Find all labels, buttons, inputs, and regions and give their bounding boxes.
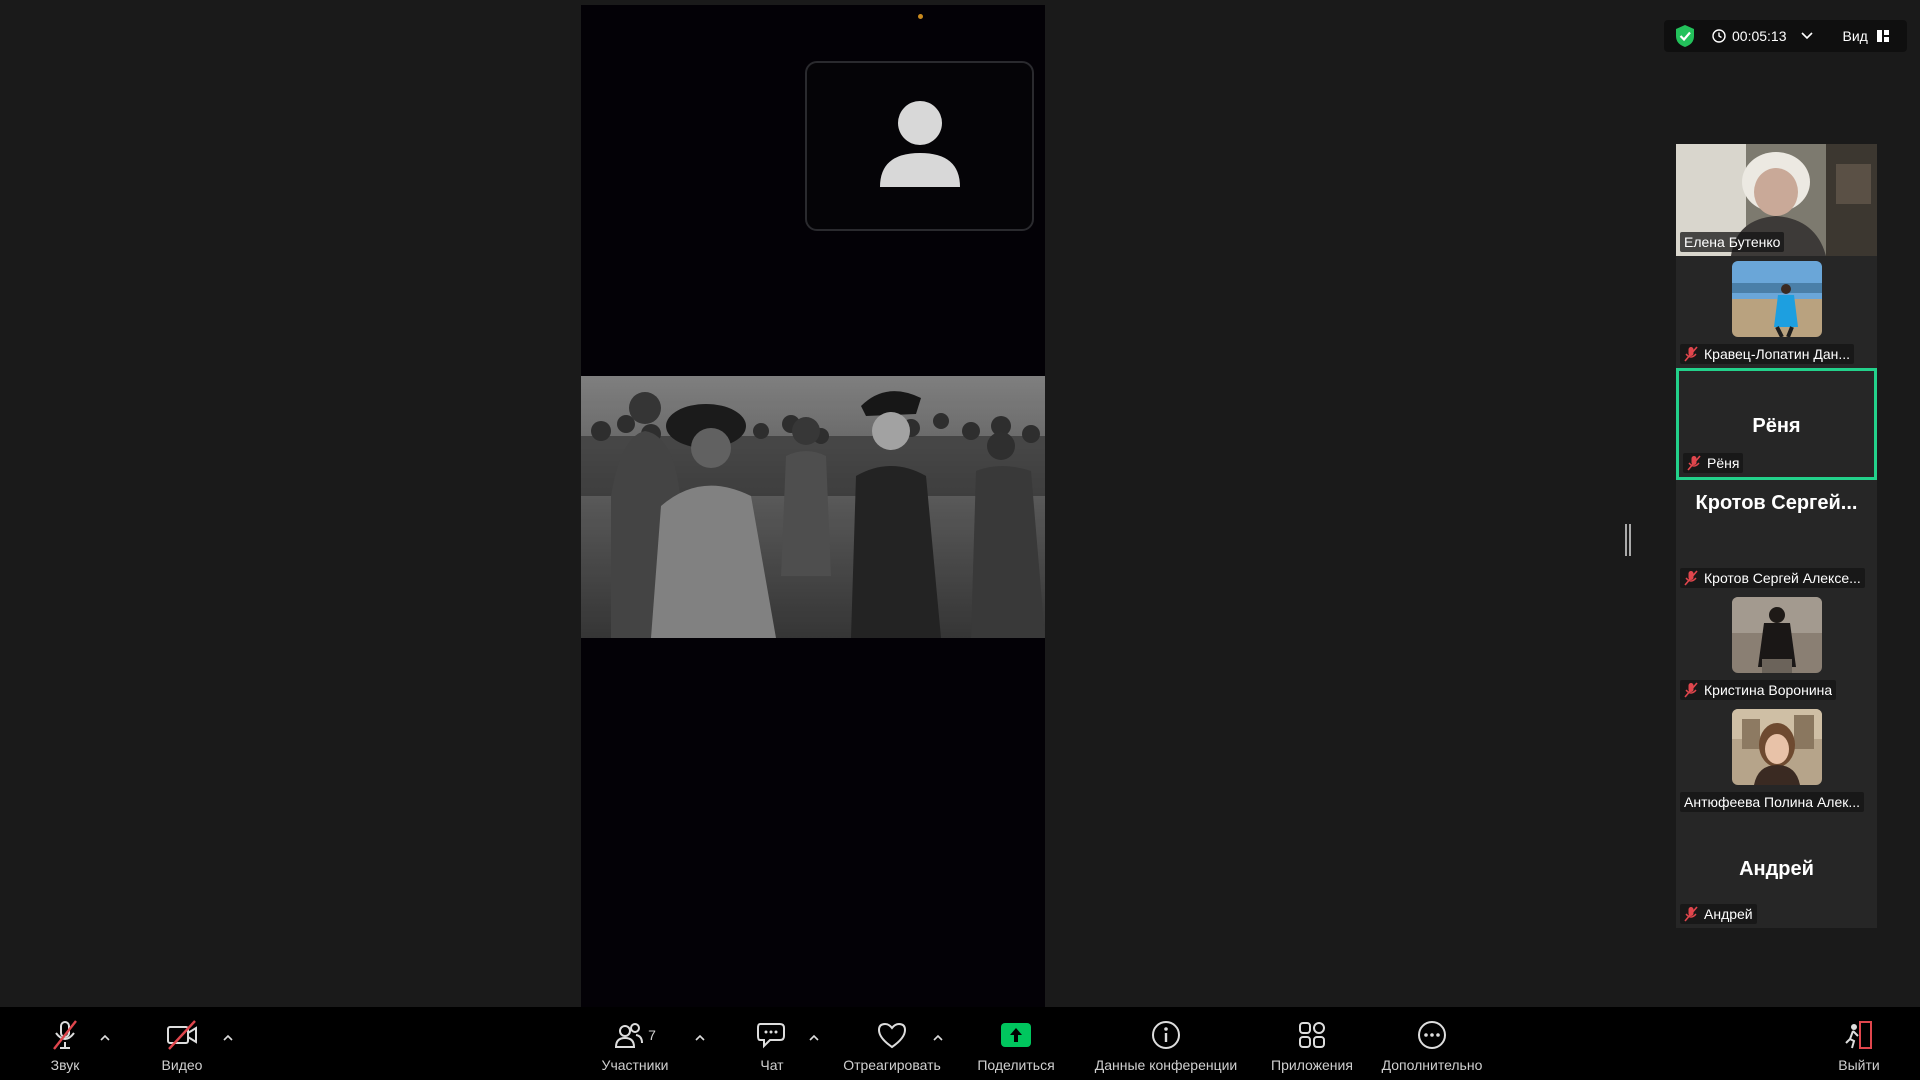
view-label: Вид bbox=[1842, 28, 1868, 44]
apps-button[interactable]: Приложения bbox=[1264, 1007, 1360, 1080]
participant-name: Кристина Воронина bbox=[1704, 682, 1833, 698]
participant-tile[interactable]: Антюфеева Полина Алек... bbox=[1676, 704, 1877, 816]
meeting-info-label: Данные конференции bbox=[1094, 1057, 1238, 1073]
camera-indicator bbox=[918, 14, 923, 19]
panel-resize-handle[interactable] bbox=[1625, 524, 1631, 556]
meeting-stage: 00:05:13 Вид Елена Бутенко Кравец-Лопати… bbox=[0, 0, 1920, 1007]
participant-name-label: Кравец-Лопатин Дан... bbox=[1680, 344, 1855, 364]
participant-tile[interactable]: Елена Бутенко bbox=[1676, 144, 1877, 256]
chat-button[interactable]: Чат bbox=[754, 1007, 790, 1080]
participant-tile[interactable]: Кротов Сергей... Кротов Сергей Алексе... bbox=[1676, 480, 1877, 592]
participant-name: Кравец-Лопатин Дан... bbox=[1704, 346, 1851, 362]
shared-screen bbox=[581, 5, 1045, 1007]
person-avatar-icon bbox=[880, 101, 960, 187]
participants-gallery: Елена Бутенко Кравец-Лопатин Дан... Рёня… bbox=[1676, 144, 1877, 928]
react-button[interactable]: Отреагировать bbox=[838, 1007, 946, 1080]
mic-muted-icon bbox=[1687, 455, 1701, 471]
video-button[interactable]: Видео bbox=[155, 1007, 209, 1080]
chat-icon bbox=[757, 1023, 785, 1049]
audio-button[interactable]: Звук bbox=[40, 1007, 90, 1080]
participants-label: Участники bbox=[601, 1057, 669, 1073]
clock-icon bbox=[1712, 29, 1726, 43]
chat-options-caret-icon[interactable] bbox=[808, 1033, 820, 1043]
participant-avatar bbox=[1732, 709, 1822, 785]
participants-icon bbox=[615, 1023, 644, 1048]
participant-name-label: Елена Бутенко bbox=[1680, 232, 1785, 252]
participant-name: Рёня bbox=[1707, 455, 1740, 471]
mic-muted-icon bbox=[1684, 570, 1698, 586]
video-label: Видео bbox=[161, 1057, 203, 1073]
meeting-timer[interactable]: 00:05:13 bbox=[1712, 28, 1813, 44]
heart-icon bbox=[877, 1022, 907, 1049]
participant-name-label: Рёня bbox=[1683, 453, 1744, 473]
participant-name-label: Кротов Сергей Алексе... bbox=[1680, 568, 1865, 588]
video-options-caret-icon[interactable] bbox=[222, 1033, 234, 1043]
participants-options-caret-icon[interactable] bbox=[694, 1033, 706, 1043]
participant-tile[interactable]: Кристина Воронина bbox=[1676, 592, 1877, 704]
participant-name: Кротов Сергей Алексе... bbox=[1704, 570, 1861, 586]
timer-text: 00:05:13 bbox=[1732, 28, 1787, 44]
chat-label: Чат bbox=[760, 1057, 784, 1073]
audio-label: Звук bbox=[50, 1057, 80, 1073]
shield-check-icon[interactable] bbox=[1674, 24, 1696, 48]
mic-muted-icon bbox=[1684, 346, 1698, 362]
info-icon bbox=[1152, 1021, 1180, 1049]
more-button[interactable]: Дополнительно bbox=[1376, 1007, 1488, 1080]
participant-tile[interactable]: Рёня Рёня bbox=[1676, 368, 1877, 480]
apps-icon bbox=[1299, 1022, 1325, 1048]
participant-name-label: Кристина Воронина bbox=[1680, 680, 1837, 700]
participants-count: 7 bbox=[648, 1027, 656, 1043]
mic-muted-icon bbox=[1684, 906, 1698, 922]
participant-name: Андрей bbox=[1704, 906, 1753, 922]
share-button[interactable]: Поделиться bbox=[972, 1007, 1060, 1080]
participant-display-name: Андрей bbox=[1739, 858, 1814, 880]
participant-name: Елена Бутенко bbox=[1684, 234, 1781, 250]
meeting-info-button[interactable]: Данные конференции bbox=[1086, 1007, 1246, 1080]
share-label: Поделиться bbox=[977, 1057, 1055, 1073]
participants-button[interactable]: 7 Участники bbox=[594, 1007, 676, 1080]
participant-avatar bbox=[1732, 261, 1822, 337]
camera-off-icon bbox=[167, 1020, 197, 1050]
more-label: Дополнительно bbox=[1381, 1057, 1483, 1073]
phone-video-tile bbox=[805, 61, 1034, 231]
react-options-caret-icon[interactable] bbox=[932, 1033, 944, 1043]
participant-display-name: Кротов Сергей... bbox=[1695, 492, 1858, 514]
meeting-top-bar: 00:05:13 Вид bbox=[1664, 20, 1907, 52]
grid-view-icon bbox=[1876, 30, 1889, 42]
participant-avatar bbox=[1732, 597, 1822, 673]
participant-display-name: Рёня bbox=[1752, 415, 1801, 437]
react-label: Отреагировать bbox=[843, 1057, 941, 1073]
leave-button[interactable]: Выйти bbox=[1834, 1007, 1884, 1080]
participant-name: Антюфеева Полина Алек... bbox=[1684, 794, 1861, 810]
view-button[interactable]: Вид bbox=[1843, 28, 1890, 44]
participant-name-label: Андрей bbox=[1680, 904, 1757, 924]
shared-video-frame bbox=[581, 376, 1045, 638]
audio-options-caret-icon[interactable] bbox=[99, 1033, 111, 1043]
meeting-toolbar: Звук Видео 7 Участники Чат Отреагировать… bbox=[0, 1007, 1920, 1080]
apps-label: Приложения bbox=[1271, 1057, 1353, 1073]
chevron-down-icon[interactable] bbox=[1800, 32, 1813, 40]
participant-tile[interactable]: Андрей Андрей bbox=[1676, 816, 1877, 928]
mic-muted-icon bbox=[53, 1020, 77, 1050]
leave-icon bbox=[1845, 1021, 1872, 1049]
participant-tile[interactable]: Кравец-Лопатин Дан... bbox=[1676, 256, 1877, 368]
participant-name-label: Антюфеева Полина Алек... bbox=[1680, 792, 1865, 812]
more-icon bbox=[1418, 1021, 1446, 1049]
share-screen-icon bbox=[1001, 1023, 1031, 1047]
leave-label: Выйти bbox=[1838, 1057, 1880, 1073]
mic-muted-icon bbox=[1684, 682, 1698, 698]
